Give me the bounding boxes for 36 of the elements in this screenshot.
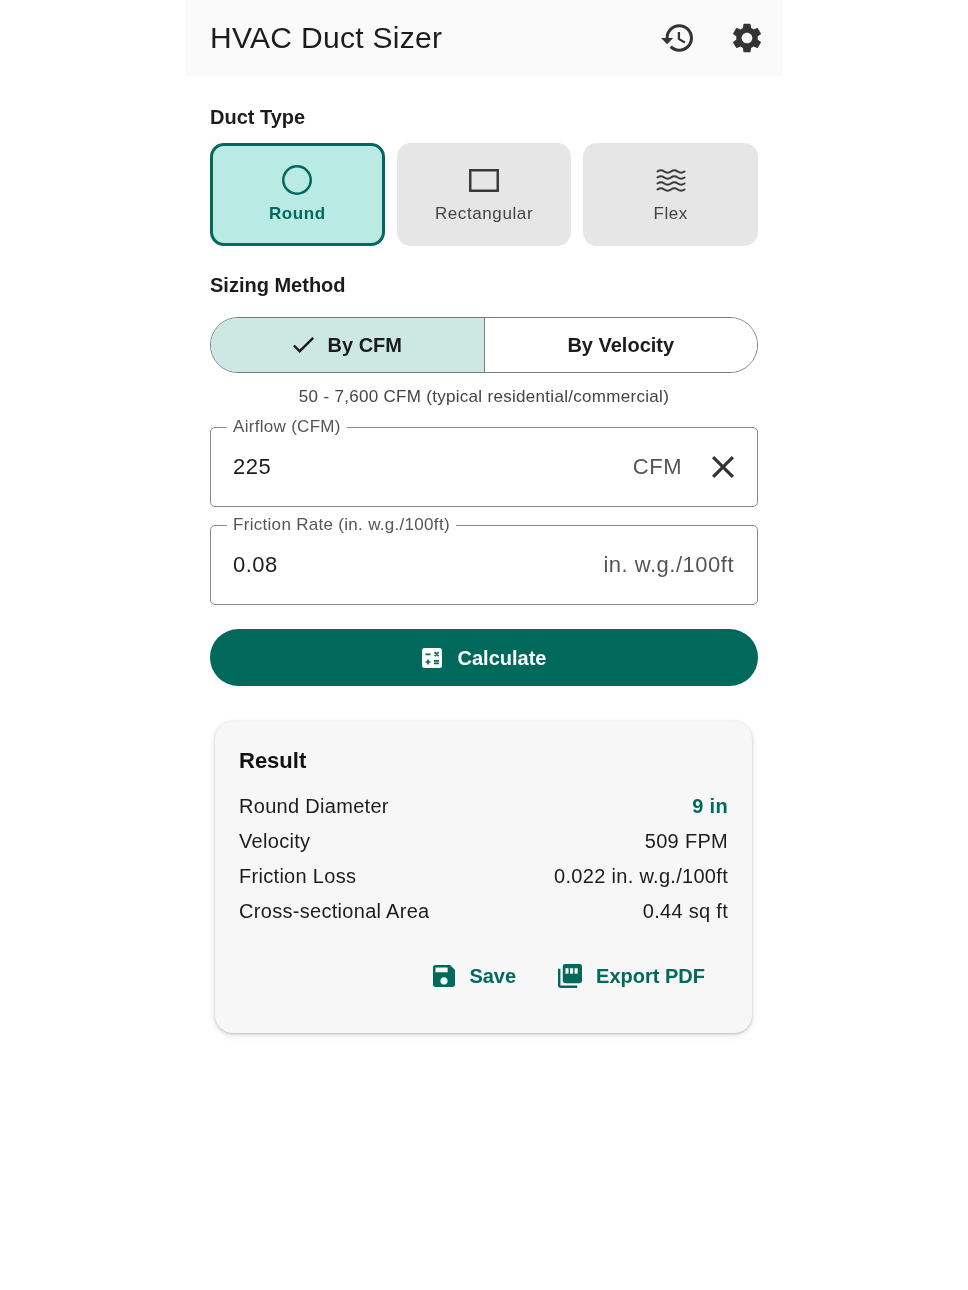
duct-type-option[interactable]: Round: [210, 143, 385, 246]
calculate-button[interactable]: Calculate: [210, 629, 758, 686]
save-button[interactable]: Save: [421, 956, 529, 996]
app-title: HVAC Duct Sizer: [210, 20, 444, 56]
check-icon: [292, 337, 314, 353]
section-label: Duct Type: [210, 105, 307, 129]
segment-button[interactable]: By CFM: [211, 318, 484, 372]
result-label: Velocity: [239, 829, 311, 854]
section-label: Sizing Method: [210, 273, 347, 297]
field-suffix: in. w.g./100ft: [603, 552, 734, 578]
calculator-icon: [421, 647, 442, 668]
helper-text: 50 - 7,600 CFM (typical residential/commercial): [297, 387, 671, 407]
field-label: Airflow (CFM): [227, 417, 347, 437]
export-pdf-button[interactable]: Export PDF: [546, 956, 717, 996]
history-icon[interactable]: [661, 24, 693, 52]
clear-icon[interactable]: [712, 456, 734, 478]
result-value: 9 in: [692, 794, 728, 819]
result-label: Round Diameter: [239, 794, 389, 819]
result-value: 0.44 sq ft: [642, 899, 728, 924]
result-value: 509 FPM: [644, 829, 728, 854]
field-value: 0.08: [233, 552, 279, 578]
rectangle-icon: [469, 168, 499, 192]
result-value: 0.022 in. w.g./100ft: [554, 864, 728, 889]
waves-icon: [655, 167, 686, 193]
duct-type-option[interactable]: Flex: [583, 143, 758, 246]
segment-button[interactable]: By Velocity: [483, 318, 757, 372]
circle-icon: [282, 165, 313, 195]
settings-icon[interactable]: [733, 23, 761, 53]
pdf-document-icon: [558, 964, 583, 988]
duct-type-option[interactable]: Rectangular: [396, 143, 572, 246]
result-title: Result: [239, 748, 308, 774]
result-label: Cross-sectional Area: [239, 899, 430, 924]
field-suffix: CFM: [632, 454, 682, 480]
result-label: Friction Loss: [239, 864, 357, 889]
field-value: 225: [233, 454, 273, 480]
field-label: Friction Rate (in. w.g./100ft): [227, 515, 456, 535]
